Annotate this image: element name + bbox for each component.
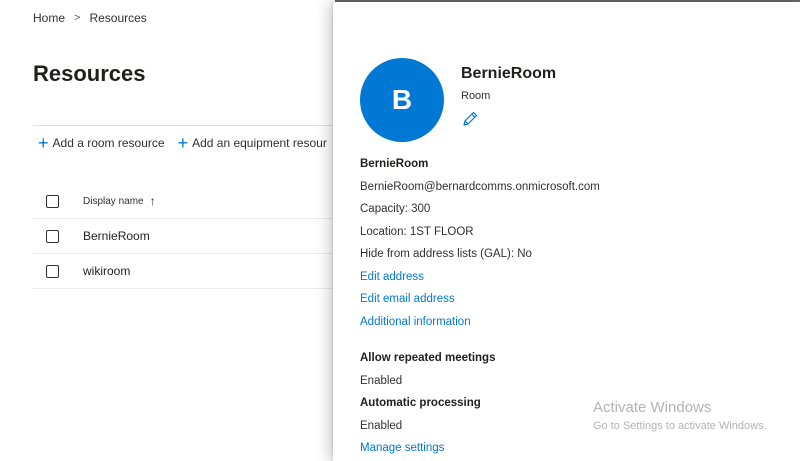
breadcrumb-current: Resources <box>89 11 147 25</box>
resource-capacity: Capacity: 300 <box>360 203 431 215</box>
resources-table: Display name ↑ BernieRoom wikiroom <box>33 184 335 289</box>
resource-email: BernieRoom@bernardcomms.onmicrosoft.com <box>360 180 600 193</box>
allow-repeated-meetings-label: Allow repeated meetings <box>360 352 496 364</box>
table-row[interactable]: wikiroom <box>33 254 335 289</box>
watermark-title: Activate Windows <box>593 399 712 416</box>
row-checkbox[interactable] <box>46 229 59 243</box>
breadcrumb: Home > Resources <box>33 11 147 25</box>
resources-page: Home > Resources Resources + Add a room … <box>0 0 335 461</box>
breadcrumb-home[interactable]: Home <box>33 11 65 25</box>
select-all-checkbox[interactable] <box>46 194 59 208</box>
add-equipment-resource-label: Add an equipment resour <box>192 136 327 150</box>
table-row[interactable]: BernieRoom <box>33 219 335 254</box>
command-bar: + Add a room resource + Add an equipment… <box>38 133 340 153</box>
row-display-name[interactable]: wikiroom <box>83 264 130 278</box>
edit-address-link[interactable]: Edit address <box>360 268 780 291</box>
display-name-column-header[interactable]: Display name ↑ <box>83 194 156 208</box>
edit-email-address-link[interactable]: Edit email address <box>360 290 780 313</box>
resource-type: Room <box>461 90 491 102</box>
display-name-header-label: Display name <box>83 195 144 207</box>
plus-icon: + <box>38 133 49 153</box>
plus-icon: + <box>177 133 189 153</box>
watermark-subtitle: Go to Settings to activate Windows. <box>593 420 767 432</box>
allow-repeated-meetings-value: Enabled <box>360 374 403 387</box>
add-room-resource-button[interactable]: + Add a room resource <box>38 133 165 153</box>
page-title: Resources <box>33 61 146 86</box>
page-divider <box>33 125 335 126</box>
add-room-resource-label: Add a room resource <box>52 136 165 150</box>
add-equipment-resource-button[interactable]: + Add an equipment resour <box>177 133 327 153</box>
details-heading: BernieRoom <box>360 158 429 170</box>
activate-windows-watermark: Activate Windows Go to Settings to activ… <box>593 399 767 432</box>
additional-information-link[interactable]: Additional information <box>360 313 780 336</box>
resource-location: Location: 1ST FLOOR <box>360 225 474 238</box>
resource-details-panel: B BernieRoom Room BernieRoom BernieRoom@… <box>333 2 800 461</box>
table-header-row: Display name ↑ <box>33 184 335 219</box>
pencil-icon[interactable] <box>461 110 479 128</box>
resource-name: BernieRoom <box>461 65 557 82</box>
row-checkbox[interactable] <box>46 264 59 278</box>
manage-settings-link[interactable]: Manage settings <box>360 439 780 461</box>
chevron-right-icon: > <box>74 12 81 24</box>
hide-from-gal: Hide from address lists (GAL): No <box>360 248 532 260</box>
row-display-name[interactable]: BernieRoom <box>83 229 150 243</box>
sort-ascending-icon: ↑ <box>149 194 156 208</box>
avatar: B <box>360 58 444 142</box>
